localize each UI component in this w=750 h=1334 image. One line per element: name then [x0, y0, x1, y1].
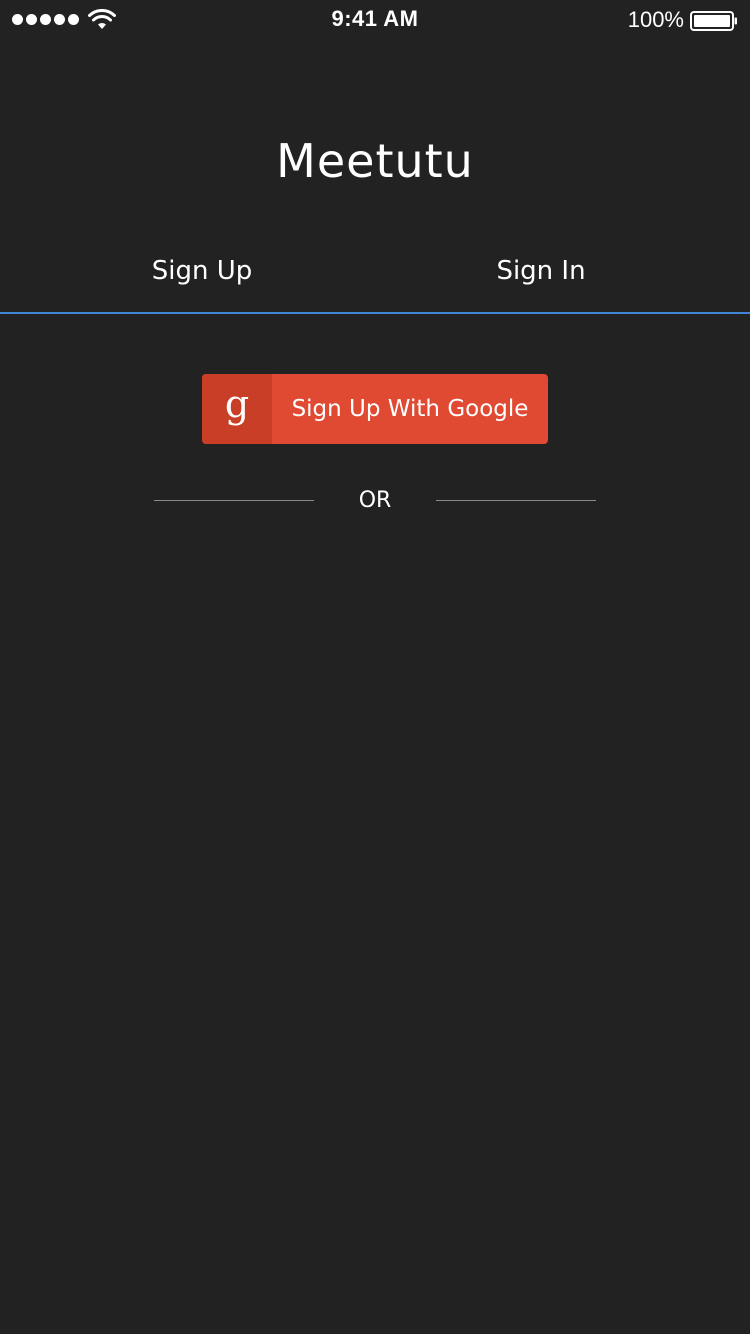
- auth-tabs: Sign Up Sign In: [0, 240, 750, 314]
- divider-line-right: [436, 500, 596, 501]
- or-divider-label: OR: [358, 488, 392, 513]
- app-title: Meetutu: [276, 134, 474, 188]
- google-g-icon: g: [224, 382, 250, 426]
- google-button-label: Sign Up With Google: [291, 396, 529, 422]
- google-icon-box: g: [202, 374, 272, 444]
- tab-sign-up[interactable]: Sign Up: [0, 256, 404, 286]
- tab-sign-in[interactable]: Sign In: [346, 256, 736, 286]
- battery-icon: [690, 11, 737, 31]
- battery-percent: 100%: [627, 7, 684, 32]
- sign-up-with-google-button[interactable]: g Sign Up With Google: [202, 374, 548, 444]
- status-bar: 9:41 AM 100%: [0, 0, 750, 40]
- divider-line-left: [154, 500, 314, 501]
